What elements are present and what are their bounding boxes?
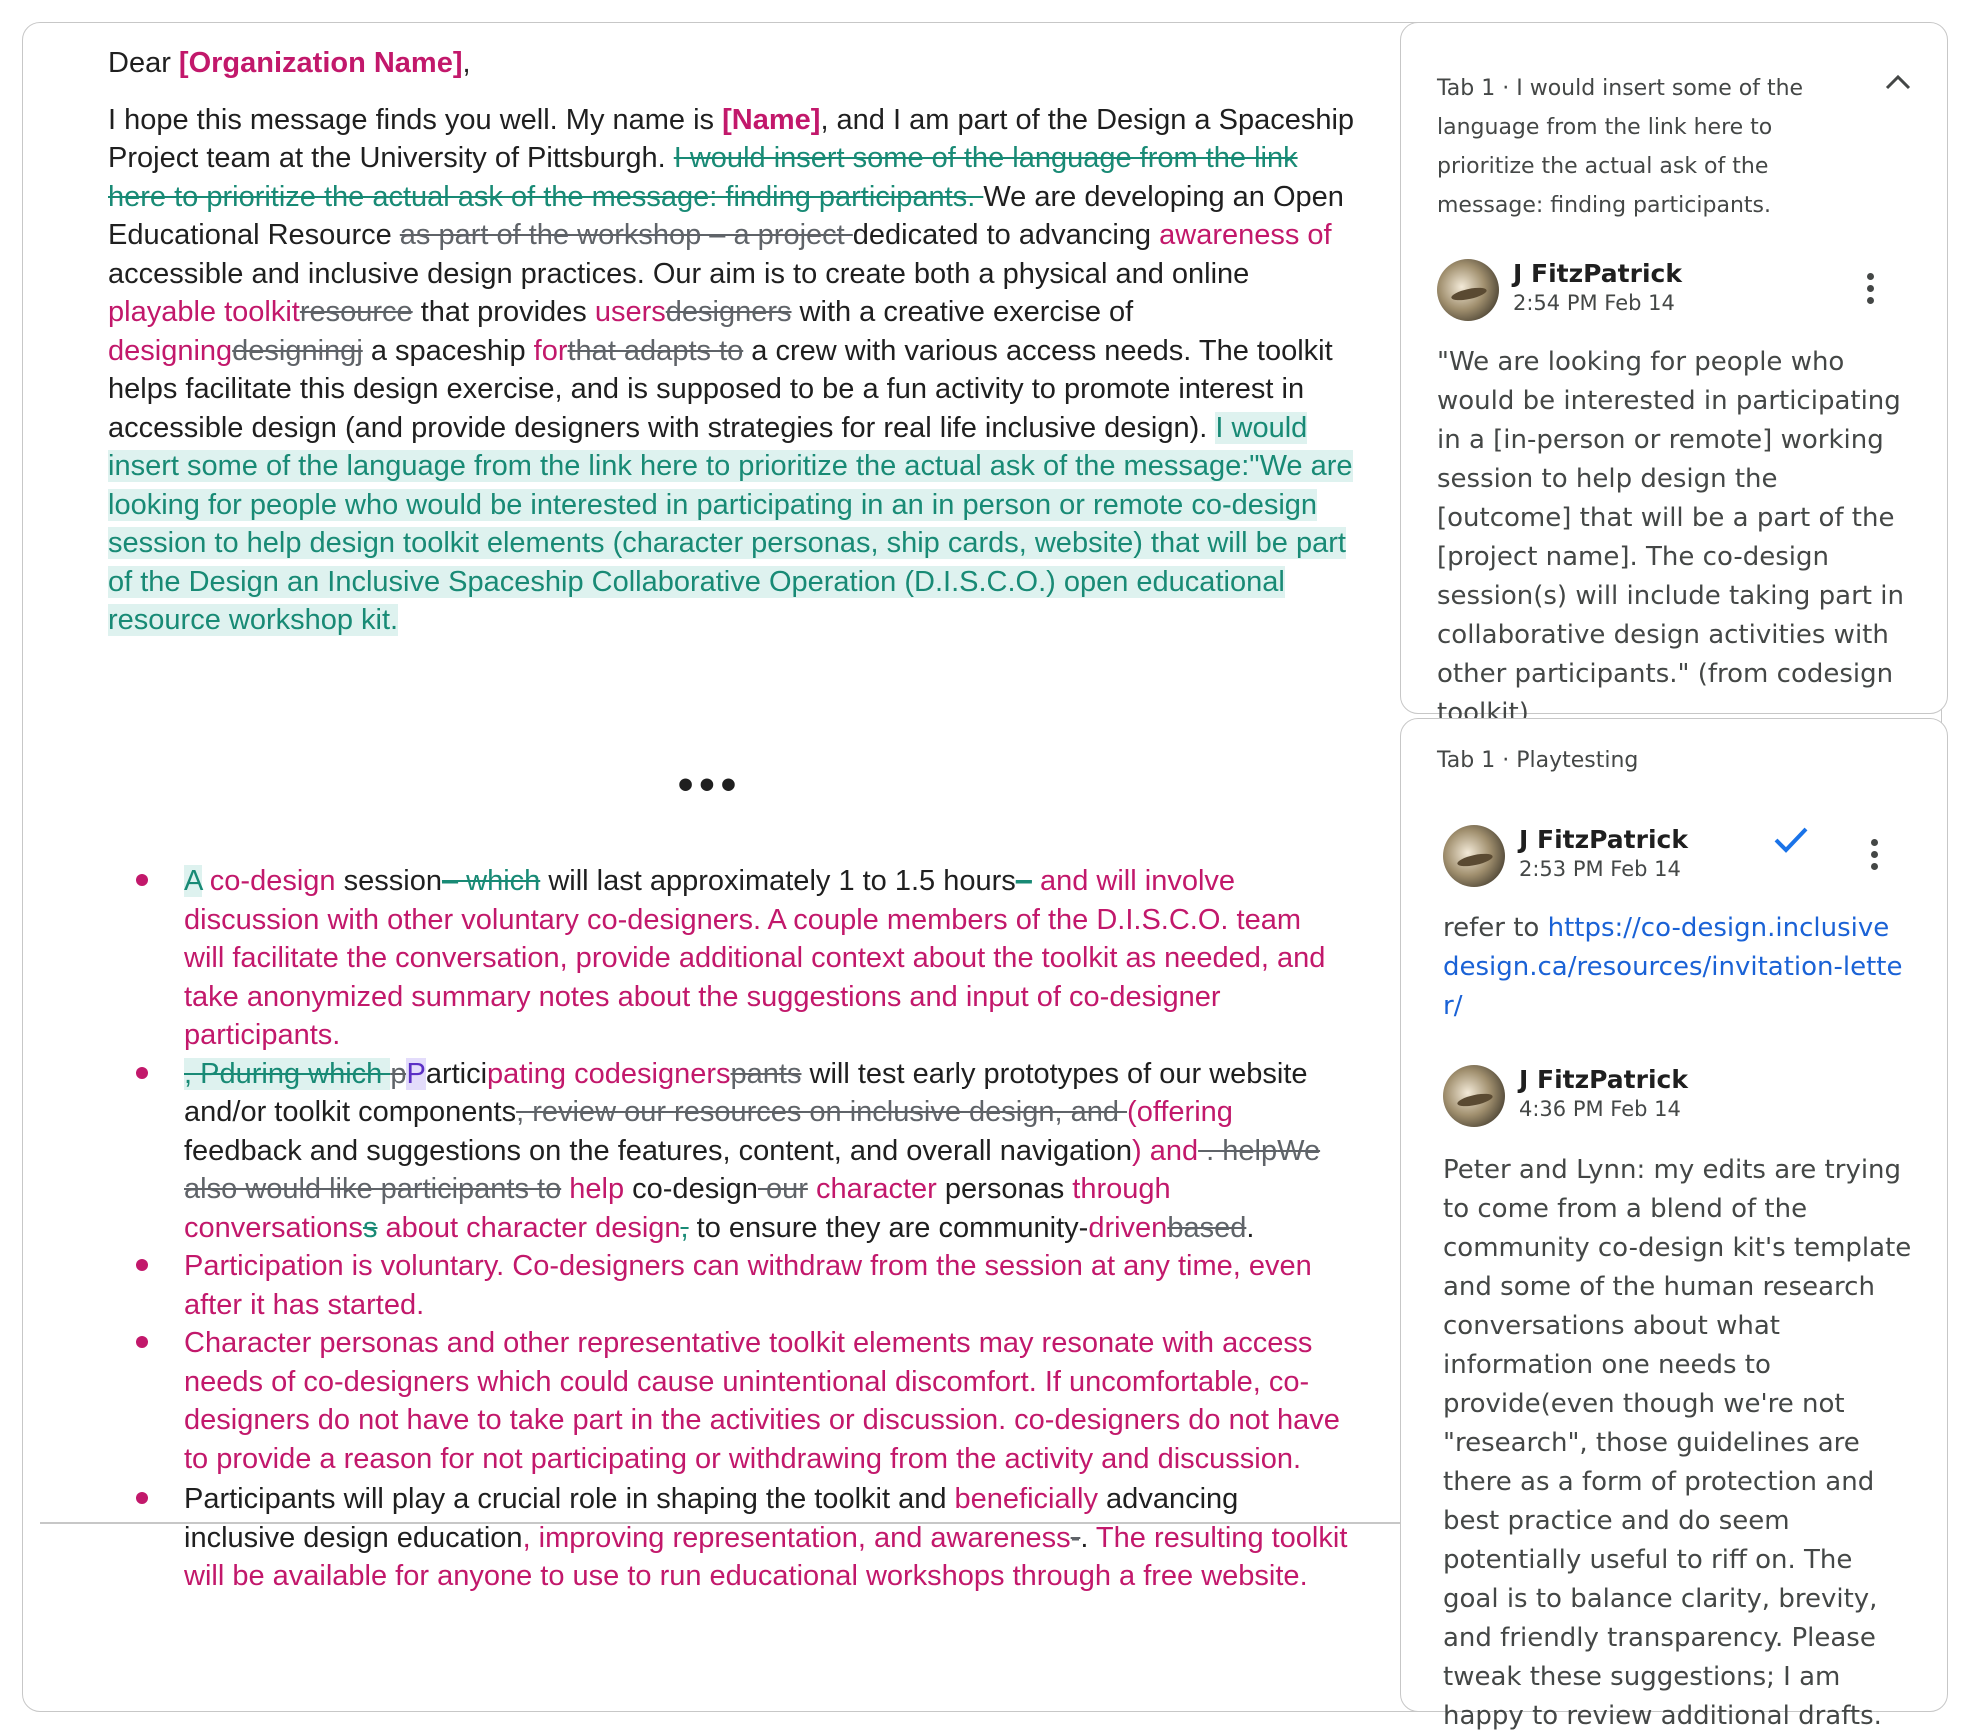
- bullet-dot: [136, 874, 148, 886]
- suggested-insertion[interactable]: Participation is voluntary. Co-designers…: [184, 1250, 1312, 1321]
- suggested-insertion[interactable]: co-design: [202, 865, 336, 897]
- list-item: , Pduring which pParticipating codesigne…: [108, 1055, 1348, 1248]
- text: to ensure they are community-: [688, 1211, 1089, 1244]
- text: personas: [936, 1173, 1073, 1205]
- more-vert-icon[interactable]: [1867, 273, 1875, 309]
- suggested-deletion[interactable]: . help: [1198, 1135, 1277, 1167]
- text: .: [1246, 1211, 1255, 1244]
- suggested-deletion[interactable]: our: [758, 1173, 808, 1205]
- suggested-deletion[interactable]: ,: [681, 1212, 689, 1244]
- bullet-dot: [136, 1492, 148, 1504]
- bullet-dot: [136, 1259, 148, 1271]
- comment-author: J FitzPatrick: [1513, 259, 1682, 288]
- suggested-insertion[interactable]: designing: [108, 335, 232, 367]
- suggested-insertion[interactable]: about character design: [377, 1212, 680, 1244]
- suggested-deletion[interactable]: p: [390, 1058, 406, 1090]
- suggested-insertion[interactable]: for: [534, 335, 568, 367]
- comment-thread[interactable]: Tab 1 · Playtesting J FitzPatrick 2:53 P…: [1400, 718, 1948, 1731]
- intro-text: that provides: [412, 296, 595, 328]
- suggested-insertion[interactable]: awareness of: [1159, 219, 1332, 251]
- intro-text: with a creative exercise of: [791, 296, 1134, 328]
- avatar: [1443, 1065, 1505, 1127]
- suggested-insertion[interactable]: pating codesigners: [487, 1058, 730, 1090]
- reply-author: J FitzPatrick: [1519, 1065, 1688, 1094]
- chevron-up-icon[interactable]: [1885, 63, 1911, 98]
- commented-highlight[interactable]: I would insert some of the language from…: [108, 411, 1353, 636]
- suggested-deletion[interactable]: as part of the workshop – a project: [400, 219, 853, 251]
- suggested-insertion[interactable]: , improving representation, and awarenes…: [523, 1522, 1071, 1554]
- comment-author: J FitzPatrick: [1519, 825, 1688, 854]
- suggested-deletion[interactable]: designers: [666, 296, 792, 328]
- list-item: Character personas and other representat…: [108, 1324, 1348, 1478]
- avatar: [1437, 259, 1499, 321]
- suggested-insertion[interactable]: help: [561, 1173, 624, 1205]
- list-item: Participation is voluntary. Co-designers…: [108, 1247, 1348, 1324]
- comment-time: 2:54 PM Feb 14: [1513, 291, 1675, 315]
- suggested-insertion[interactable]: beneficially: [955, 1483, 1098, 1515]
- highlighted-text[interactable]: A: [184, 865, 202, 897]
- comment-anchor-quote: Tab 1 · I would insert some of the langu…: [1437, 76, 1804, 218]
- comment-thread[interactable]: Tab 1 · I would insert some of the langu…: [1400, 22, 1948, 728]
- comment-time: 2:53 PM Feb 14: [1519, 857, 1681, 881]
- suggested-deletion[interactable]: that adapts to: [568, 335, 744, 367]
- suggested-insertion[interactable]: (offer: [1127, 1096, 1194, 1128]
- bullet-dot: [136, 1066, 148, 1079]
- comment-text-prefix: refer to: [1443, 913, 1548, 943]
- text: will last approximately 1 to 1.5 hours: [540, 865, 1016, 897]
- suggested-insertion[interactable]: ) and: [1132, 1135, 1198, 1167]
- text: Participants will play a crucial role in…: [184, 1483, 955, 1515]
- intro-text: accessible and inclusive design practice…: [108, 257, 1250, 290]
- suggested-insertion[interactable]: playable toolkit: [108, 296, 300, 328]
- suggested-deletion[interactable]: designingj: [232, 335, 363, 367]
- suggested-deletion[interactable]: , review our resources on inclusive desi…: [516, 1096, 1127, 1128]
- suggested-deletion[interactable]: – which: [442, 865, 540, 897]
- org-placeholder: [Organization Name]: [178, 47, 463, 79]
- check-icon[interactable]: [1773, 823, 1809, 864]
- text: artici: [425, 1057, 488, 1090]
- suggested-deletion[interactable]: s: [363, 1212, 378, 1244]
- text: co-design: [624, 1173, 758, 1205]
- bullet-dot: [136, 1336, 148, 1348]
- intro-text: I hope this message finds you well. My n…: [108, 103, 723, 136]
- suggested-insertion[interactable]: users: [595, 296, 666, 328]
- suggested-insertion[interactable]: ing: [1194, 1096, 1233, 1128]
- collaborator-cursor: P: [406, 1057, 426, 1090]
- suggested-insertion[interactable]: Character personas and other representat…: [184, 1327, 1340, 1475]
- section-ellipsis: •••: [677, 760, 743, 809]
- intro-paragraph: I hope this message finds you well. My n…: [108, 101, 1358, 640]
- greeting-comma: ,: [462, 47, 471, 79]
- bullet-list[interactable]: A co-design session– which will last app…: [108, 862, 1348, 1596]
- comment-anchor-quote: Tab 1 · Playtesting: [1437, 748, 1639, 773]
- greeting-text: Dear: [108, 47, 179, 79]
- greeting-line: Dear [Organization Name],: [108, 44, 1358, 83]
- page-separator: [40, 1522, 1402, 1524]
- list-item: Participants will play a crucial role in…: [108, 1480, 1348, 1596]
- avatar: [1443, 825, 1505, 887]
- more-vert-icon[interactable]: [1871, 839, 1879, 875]
- list-item: A co-design session– which will last app…: [108, 862, 1348, 1055]
- suggested-deletion[interactable]: –: [1016, 865, 1032, 897]
- reply-text: Peter and Lynn: my edits are trying to c…: [1443, 1155, 1912, 1731]
- suggested-deletion[interactable]: based: [1167, 1212, 1246, 1244]
- reply-time: 4:36 PM Feb 14: [1519, 1097, 1681, 1121]
- document-body[interactable]: Dear [Organization Name], I hope this me…: [108, 44, 1358, 640]
- suggested-deletion[interactable]: pants: [731, 1058, 802, 1090]
- text: feedback and suggestions on the features…: [184, 1134, 1132, 1167]
- suggested-deletion[interactable]: -: [1071, 1522, 1081, 1554]
- text: session: [335, 865, 442, 897]
- name-placeholder: [Name]: [722, 103, 821, 136]
- intro-text: a spaceship: [362, 334, 534, 367]
- comment-text: refer to https://co-design.inclusivedesi…: [1443, 909, 1903, 1026]
- comment-text: "We are looking for people who would be …: [1437, 347, 1904, 728]
- suggested-deletion[interactable]: , Pduring which: [184, 1057, 391, 1090]
- suggested-deletion[interactable]: resource: [300, 296, 413, 328]
- suggested-insertion[interactable]: driven: [1088, 1212, 1167, 1244]
- suggested-insertion[interactable]: character: [808, 1173, 937, 1205]
- intro-text: dedicated to advancing: [852, 219, 1160, 251]
